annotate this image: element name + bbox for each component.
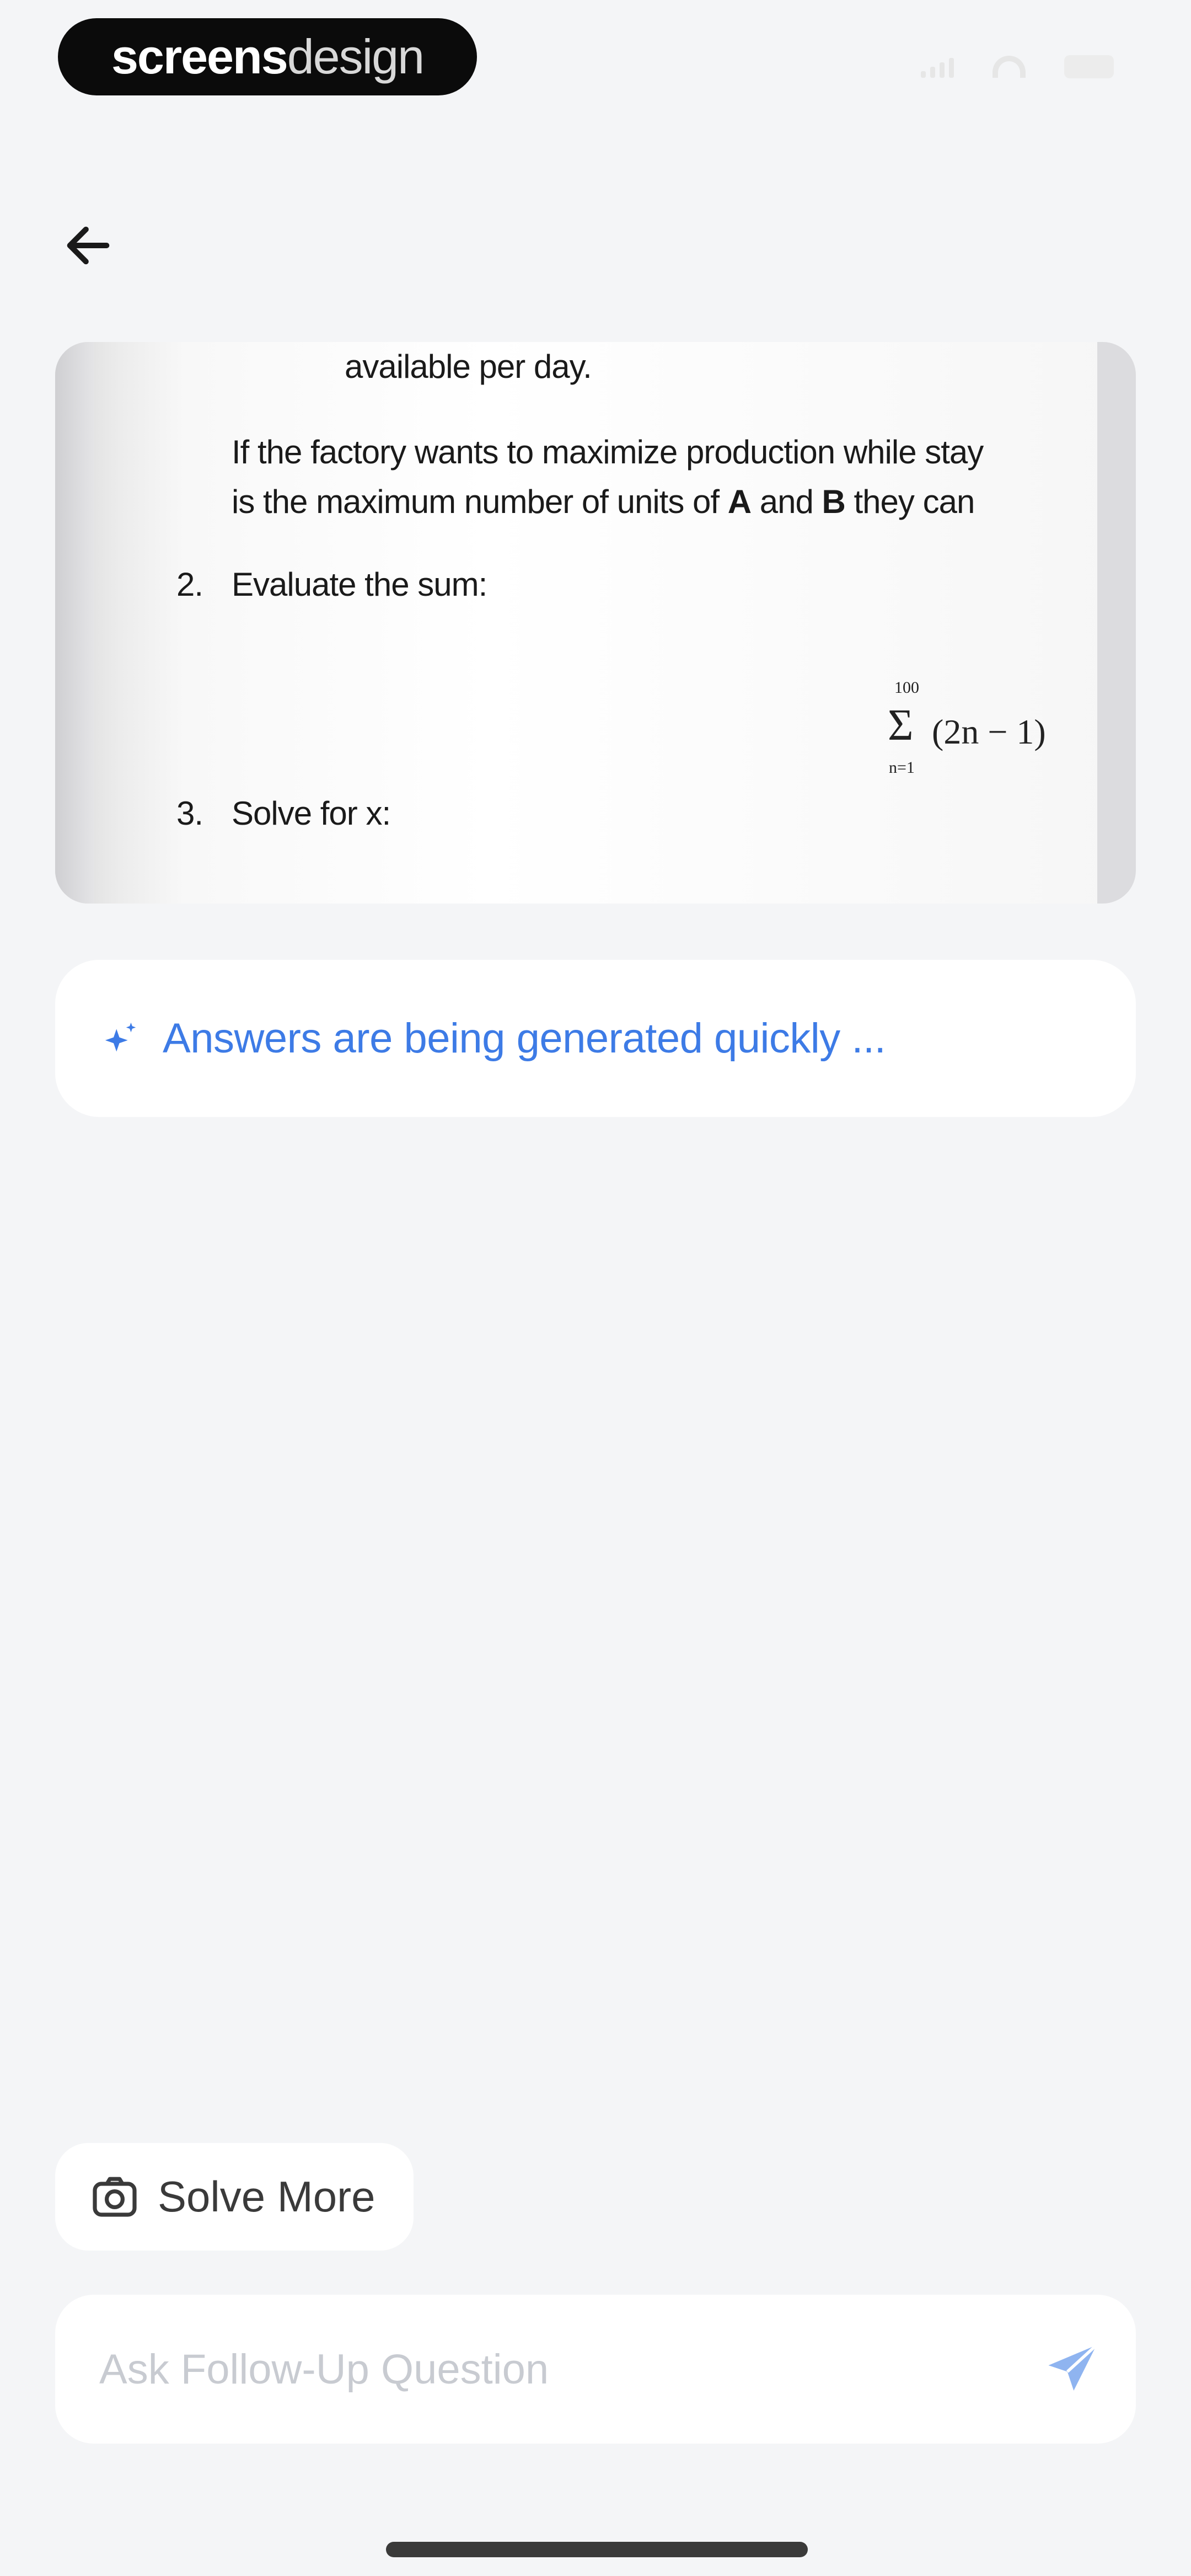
formula-sigma: Σ [888,701,914,750]
solve-more-label: Solve More [158,2172,375,2221]
camera-icon [93,2177,137,2217]
home-indicator[interactable] [386,2542,808,2557]
battery-icon [1064,55,1114,78]
send-button[interactable] [1037,2339,1108,2399]
sparkle-icon [105,1022,136,1051]
send-icon [1048,2344,1098,2391]
wifi-icon [993,56,1026,78]
followup-input[interactable] [99,2333,981,2405]
screen: screens design available per day. If the … [0,0,1191,2576]
question-2-number: 2. [176,566,203,603]
paper-edge [1097,342,1136,904]
solve-more-button[interactable]: Solve More [55,2143,414,2251]
scan-line-3: is the maximum number of units of A and … [232,483,975,520]
scanned-image[interactable]: available per day. If the factory wants … [55,342,1136,904]
signal-icon [921,56,954,78]
paper-shadow [55,342,94,904]
answer-status-card: Answers are being generated quickly ... [55,960,1136,1117]
badge-text-bold: screens [111,29,288,84]
badge-text-light: design [287,29,425,84]
formula-expression: (2n − 1) [932,712,1046,751]
formula-lower-limit: n=1 [889,758,915,777]
arrow-left-icon [67,226,110,265]
formula-upper-limit: 100 [894,678,919,697]
scan-line-2: If the factory wants to maximize product… [232,434,984,471]
question-3-text: Solve for x: [232,795,391,832]
screensdesign-badge: screens design [58,18,477,95]
answer-status-text: Answers are being generated quickly ... [163,1015,886,1062]
question-3-number: 3. [176,795,203,832]
followup-bar [55,2295,1136,2444]
question-2-text: Evaluate the sum: [232,566,487,603]
scan-line-1: available per day. [345,348,592,385]
status-icons [921,55,1114,78]
back-button[interactable] [58,215,119,276]
